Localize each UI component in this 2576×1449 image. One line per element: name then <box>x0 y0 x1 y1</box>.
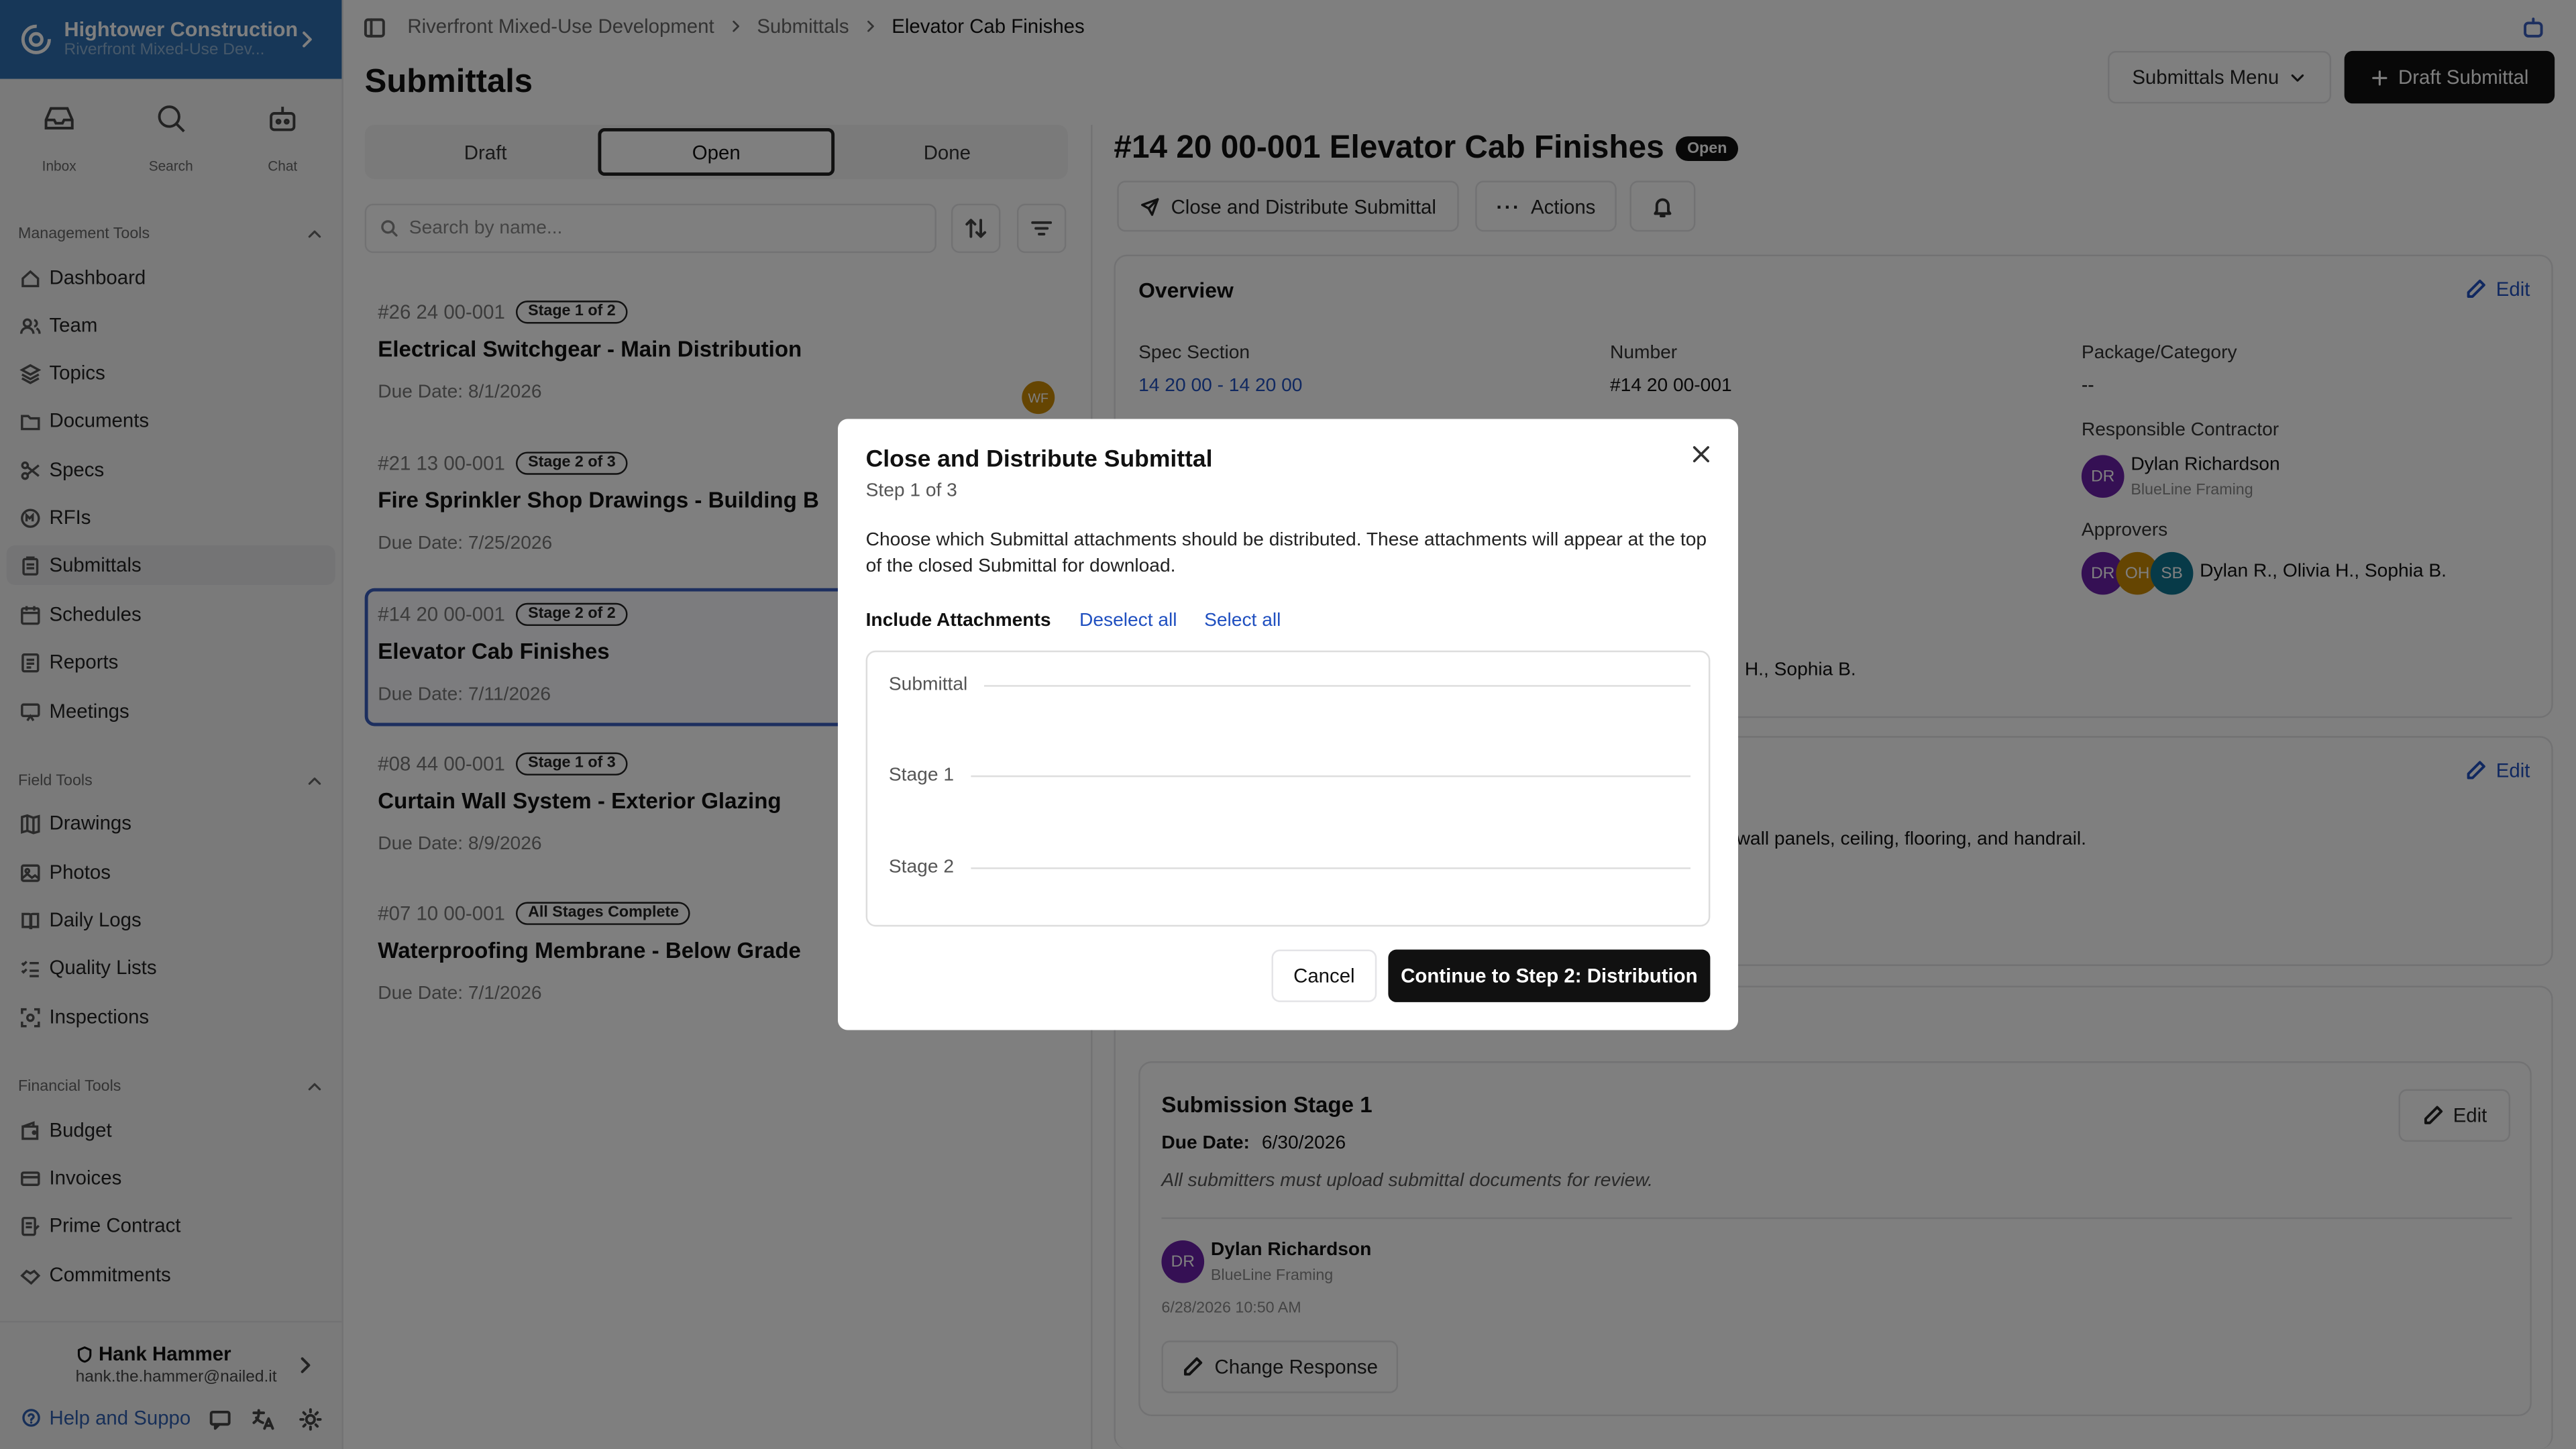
select-all-link[interactable]: Select all <box>1204 611 1281 631</box>
group-label: Stage 1 <box>888 765 955 786</box>
modal-description: Choose which Submittal attachments shoul… <box>865 531 1707 577</box>
attachment-group-submittal: Submittal <box>888 675 1691 695</box>
group-label: Submittal <box>888 675 968 695</box>
group-divider <box>970 774 1691 777</box>
group-divider <box>970 866 1691 869</box>
include-attachments-label: Include Attachments <box>865 611 1051 631</box>
modal-title: Close and Distribute Submittal <box>865 447 1213 474</box>
modal-step: Step 1 of 3 <box>865 481 957 501</box>
attachment-group-stage-1: Stage 1 <box>888 765 1691 786</box>
cancel-button[interactable]: Cancel <box>1271 949 1377 1002</box>
deselect-all-link[interactable]: Deselect all <box>1079 611 1177 631</box>
app-window: Hightower Construction Riverfront Mixed-… <box>0 0 2576 1449</box>
close-distribute-modal: Close and Distribute Submittal Step 1 of… <box>837 419 1739 1030</box>
continue-button[interactable]: Continue to Step 2: Distribution <box>1388 949 1711 1002</box>
close-icon[interactable] <box>1690 443 1712 465</box>
attachments-list: Submittal Stage 1 Stage 2 <box>865 650 1711 927</box>
group-label: Stage 2 <box>888 857 955 877</box>
attachment-group-stage-2: Stage 2 <box>888 857 1691 877</box>
group-divider <box>983 684 1691 686</box>
